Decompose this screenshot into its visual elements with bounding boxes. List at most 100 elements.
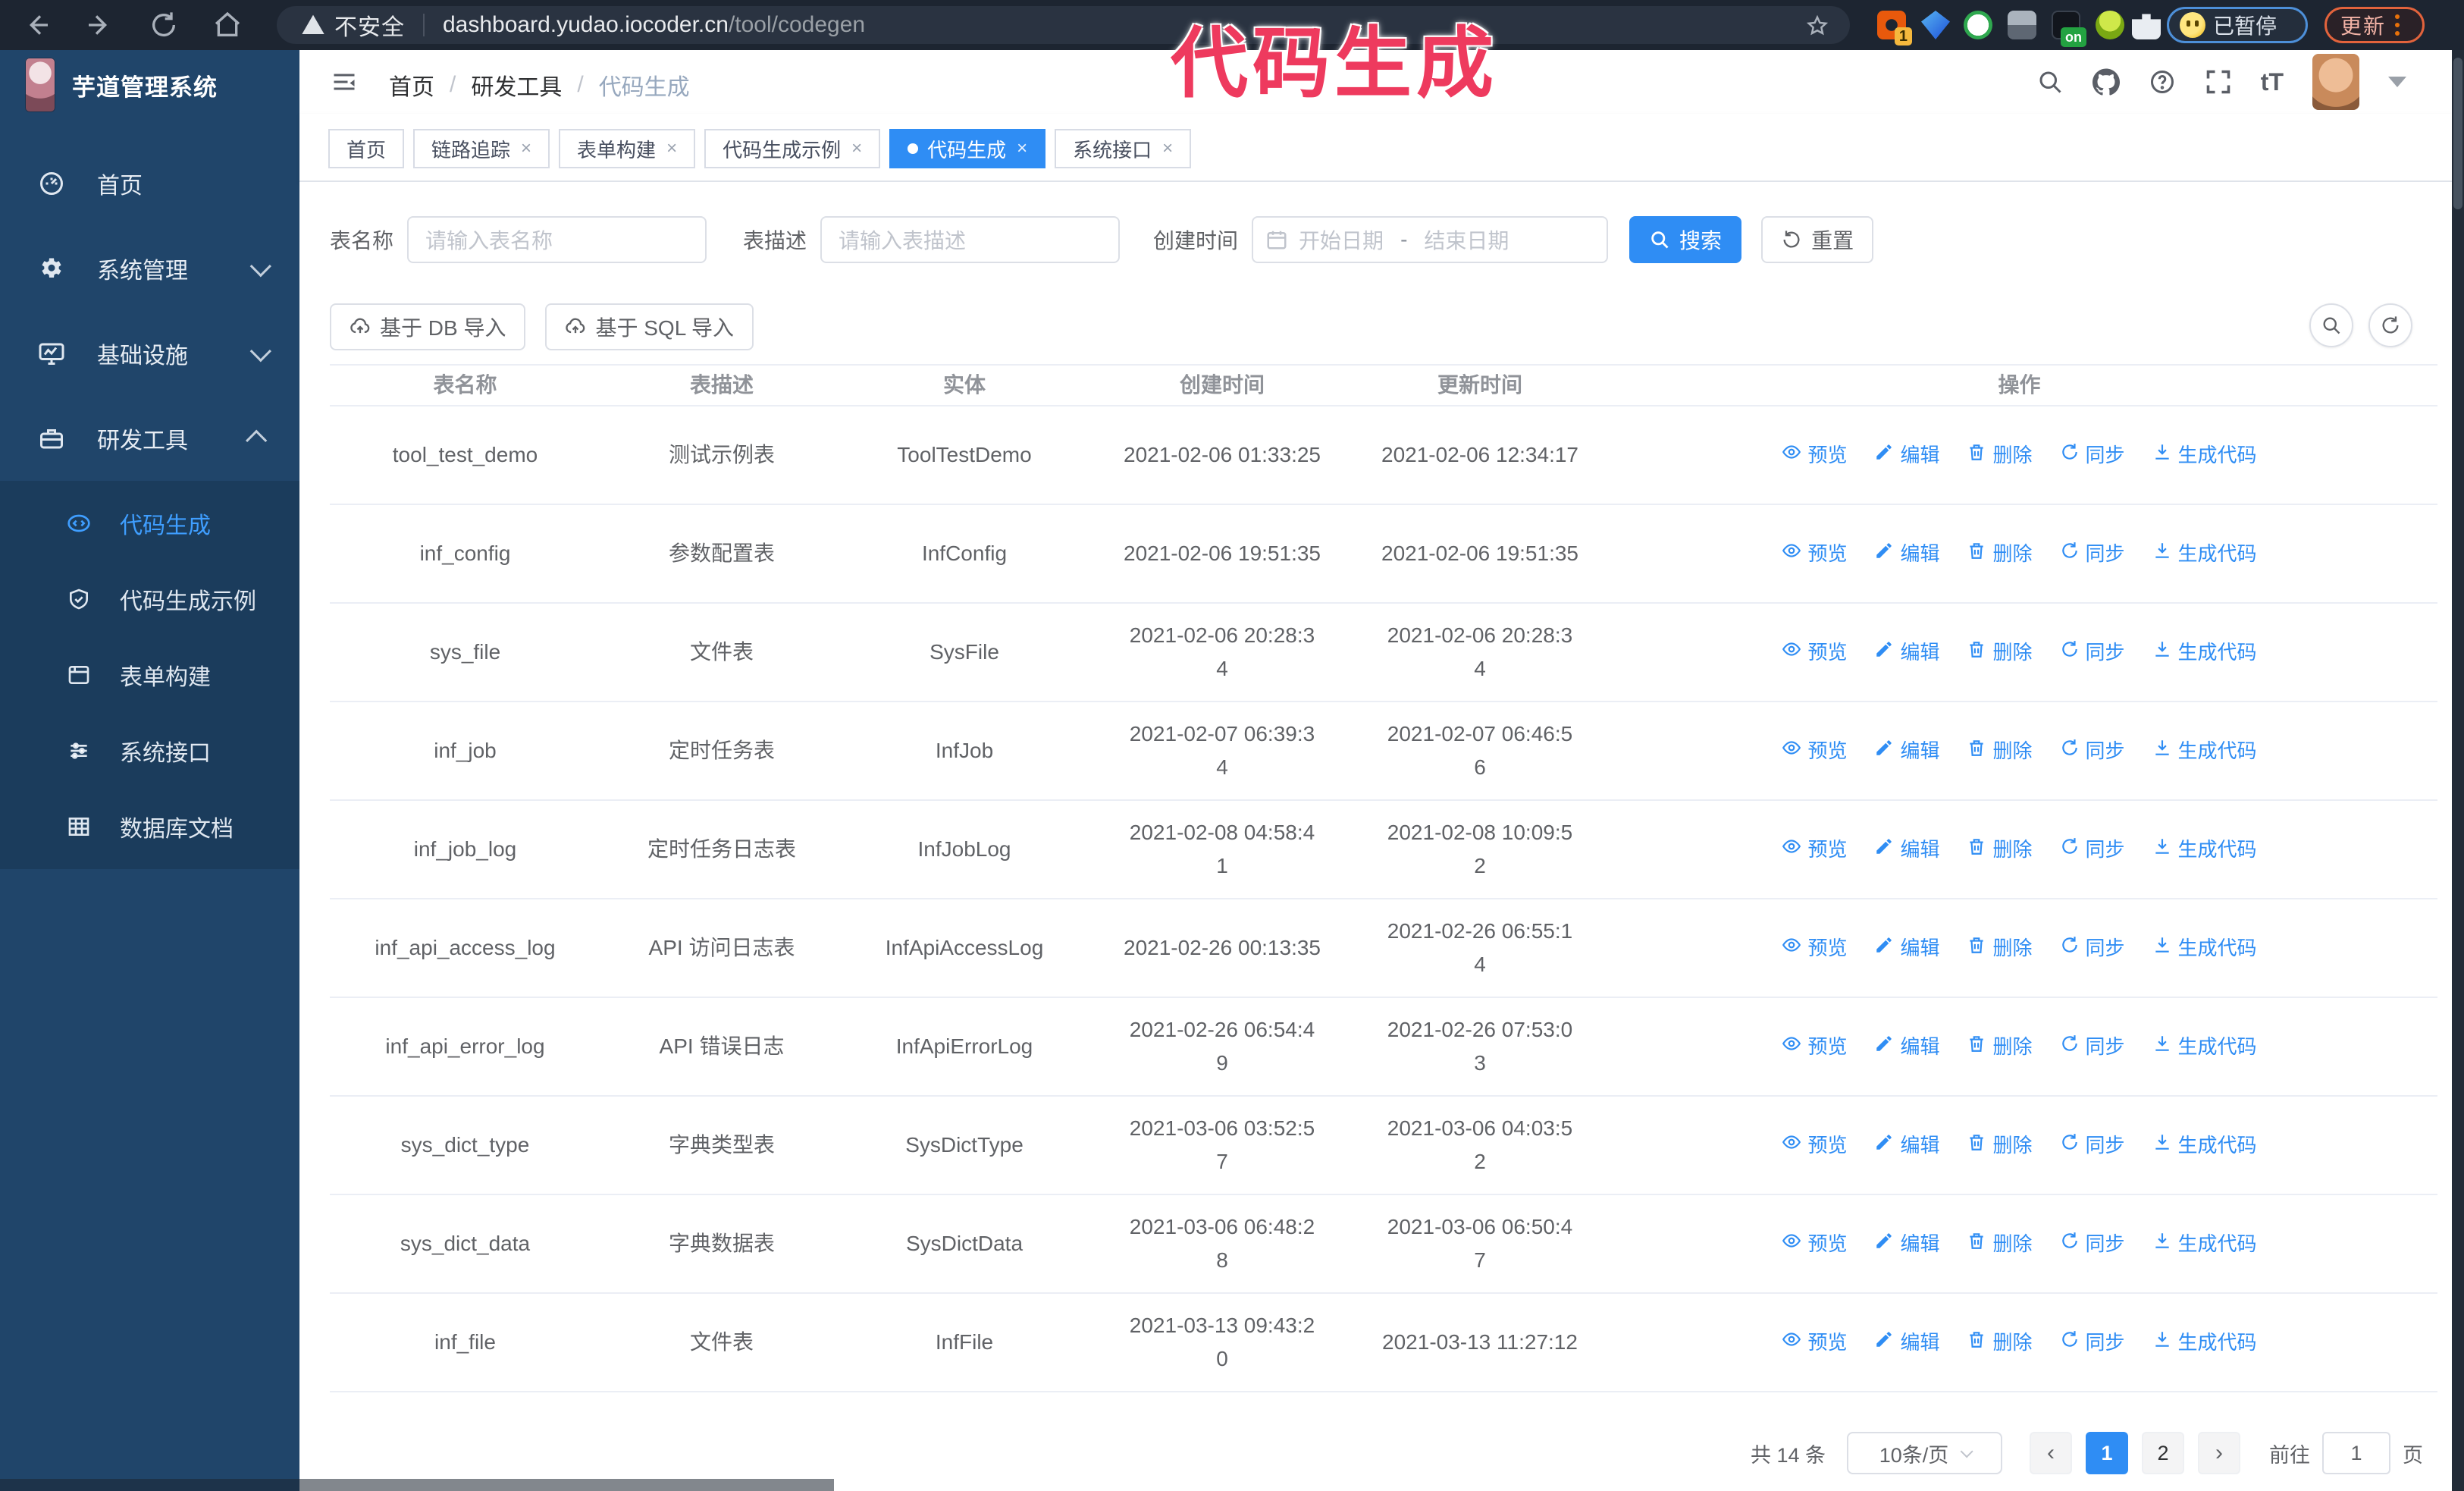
sidebar-item-devtools[interactable]: 研发工具 [0,396,299,481]
close-icon[interactable]: × [851,138,862,159]
action-edit-link[interactable]: 编辑 [1874,833,1939,866]
action-generate-link[interactable]: 生成代码 [2152,734,2257,767]
bookmark-star-icon[interactable] [1806,14,1829,37]
action-delete-link[interactable]: 删除 [1967,1326,2033,1359]
action-generate-link[interactable]: 生成代码 [2152,1326,2257,1359]
sidebar-subitem[interactable]: 系统接口 [0,713,299,789]
sidebar-item-system[interactable]: 系统管理 [0,226,299,311]
next-page-button[interactable]: › [2198,1432,2240,1474]
action-preview-link[interactable]: 预览 [1782,1030,1847,1063]
extension-icon-5[interactable]: on [2052,11,2086,47]
action-edit-link[interactable]: 编辑 [1874,1030,1939,1063]
caret-down-icon[interactable] [2388,77,2406,87]
action-sync-link[interactable]: 同步 [2060,931,2125,965]
vertical-scrollbar[interactable] [2452,50,2464,1491]
forward-icon[interactable] [85,10,115,40]
action-generate-link[interactable]: 生成代码 [2152,537,2257,570]
action-delete-link[interactable]: 删除 [1967,636,2033,669]
action-generate-link[interactable]: 生成代码 [2152,438,2257,472]
home-icon[interactable] [212,10,243,40]
sidebar-subitem[interactable]: 代码生成示例 [0,561,299,637]
sidebar-item-home[interactable]: 首页 [0,141,299,226]
sidebar-subitem[interactable]: 表单构建 [0,637,299,713]
action-sync-link[interactable]: 同步 [2060,537,2125,570]
table-name-input[interactable]: 请输入表名称 [407,216,707,263]
action-edit-link[interactable]: 编辑 [1874,931,1939,965]
breadcrumb-item[interactable]: 首页 [389,68,434,102]
reload-icon[interactable] [149,10,179,40]
action-delete-link[interactable]: 删除 [1967,537,2033,570]
github-icon[interactable] [2092,68,2120,96]
help-icon[interactable] [2149,68,2176,96]
action-sync-link[interactable]: 同步 [2060,1128,2125,1162]
close-icon[interactable]: × [1017,138,1027,159]
action-generate-link[interactable]: 生成代码 [2152,636,2257,669]
action-preview-link[interactable]: 预览 [1782,636,1847,669]
close-icon[interactable]: × [666,138,677,159]
page-size-select[interactable]: 10条/页 [1847,1432,2002,1474]
page-button-1[interactable]: 1 [2086,1432,2128,1474]
scrollbar-thumb[interactable] [2453,58,2462,209]
close-icon[interactable]: × [521,138,531,159]
extension-icon-4[interactable] [2008,11,2036,39]
page-button-2[interactable]: 2 [2142,1432,2184,1474]
import-db-button[interactable]: 基于 DB 导入 [330,303,526,350]
date-range-picker[interactable]: 开始日期 - 结束日期 [1252,216,1609,263]
tab-代码生成示例[interactable]: 代码生成示例 × [704,129,881,168]
font-size-icon[interactable]: tT [2261,68,2284,96]
horizontal-scrollbar[interactable] [0,1479,834,1491]
action-delete-link[interactable]: 删除 [1967,1030,2033,1063]
action-edit-link[interactable]: 编辑 [1874,1128,1939,1162]
action-preview-link[interactable]: 预览 [1782,438,1847,472]
action-delete-link[interactable]: 删除 [1967,1128,2033,1162]
toggle-search-button[interactable] [2309,303,2353,347]
extension-icon-1[interactable]: 1 [1877,11,1912,46]
action-generate-link[interactable]: 生成代码 [2152,833,2257,866]
action-generate-link[interactable]: 生成代码 [2152,1030,2257,1063]
hamburger-icon[interactable] [330,68,359,96]
action-generate-link[interactable]: 生成代码 [2152,1128,2257,1162]
action-preview-link[interactable]: 预览 [1782,931,1847,965]
action-generate-link[interactable]: 生成代码 [2152,1227,2257,1260]
address-bar[interactable]: 不安全 dashboard.yudao.iocoder.cn/tool/code… [277,6,1850,44]
action-delete-link[interactable]: 删除 [1967,734,2033,767]
close-icon[interactable]: × [1162,138,1173,159]
chrome-menu-icon[interactable] [2395,14,2400,36]
sidebar-item-infra[interactable]: 基础设施 [0,311,299,396]
extension-icon-7[interactable] [2132,14,2161,39]
tab-代码生成[interactable]: 代码生成 × [889,129,1046,168]
action-sync-link[interactable]: 同步 [2060,636,2125,669]
refresh-button[interactable] [2368,303,2412,347]
tab-首页[interactable]: 首页 [328,129,405,168]
profile-paused-badge[interactable]: 已暂停 [2167,7,2308,43]
action-sync-link[interactable]: 同步 [2060,1227,2125,1260]
action-preview-link[interactable]: 预览 [1782,1326,1847,1359]
back-icon[interactable] [21,10,52,40]
action-sync-link[interactable]: 同步 [2060,438,2125,472]
action-delete-link[interactable]: 删除 [1967,833,2033,866]
sidebar-subitem[interactable]: 数据库文档 [0,789,299,865]
action-edit-link[interactable]: 编辑 [1874,636,1939,669]
tab-系统接口[interactable]: 系统接口 × [1055,129,1192,168]
extension-icon-3[interactable] [1964,11,1992,39]
action-sync-link[interactable]: 同步 [2060,1030,2125,1063]
action-preview-link[interactable]: 预览 [1782,1128,1847,1162]
action-delete-link[interactable]: 删除 [1967,438,2033,472]
reset-button[interactable]: 重置 [1761,216,1874,263]
tab-表单构建[interactable]: 表单构建 × [559,129,696,168]
action-edit-link[interactable]: 编辑 [1874,537,1939,570]
action-sync-link[interactable]: 同步 [2060,833,2125,866]
breadcrumb-item[interactable]: 研发工具 [471,68,562,102]
sidebar-subitem[interactable]: 代码生成 [0,485,299,561]
action-edit-link[interactable]: 编辑 [1874,1326,1939,1359]
chrome-update-button[interactable]: 更新 [2324,7,2425,43]
prev-page-button[interactable]: ‹ [2030,1432,2072,1474]
action-sync-link[interactable]: 同步 [2060,1326,2125,1359]
action-edit-link[interactable]: 编辑 [1874,1227,1939,1260]
app-logo[interactable]: 芋道管理系统 [0,50,299,120]
search-button[interactable]: 搜索 [1629,216,1742,263]
action-edit-link[interactable]: 编辑 [1874,734,1939,767]
user-avatar[interactable] [2312,54,2359,110]
action-edit-link[interactable]: 编辑 [1874,438,1939,472]
goto-page-input[interactable]: 1 [2322,1432,2390,1474]
